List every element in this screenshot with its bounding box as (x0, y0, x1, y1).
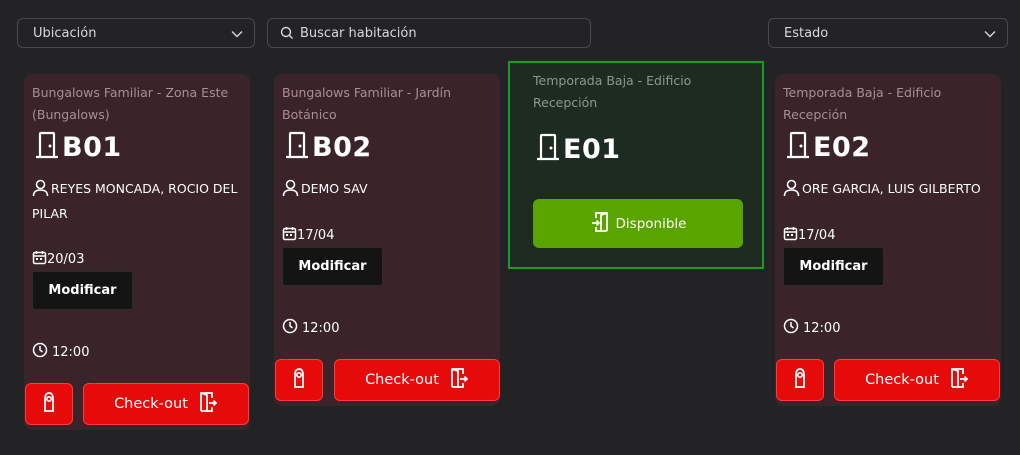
door-hanger-icon (41, 391, 57, 417)
room-card-e02: Temporada Baja - Edificio Recepción E02 … (775, 74, 1001, 406)
search-icon (280, 26, 294, 40)
checkout-button[interactable]: Check-out (334, 359, 500, 401)
checkout-label: Check-out (114, 396, 188, 412)
clock-icon (32, 342, 52, 362)
search-placeholder: Buscar habitación (300, 25, 417, 41)
checkout-date: 17/04 (297, 228, 335, 243)
checkout-date: 20/03 (47, 252, 85, 267)
door-hanger-icon (792, 367, 808, 393)
room-title: E01 (535, 132, 621, 166)
guest-name: DEMO SAV (301, 181, 368, 196)
checkout-time: 12:00 (803, 320, 841, 336)
date-row: 17/04 (783, 226, 835, 245)
door-hanger-icon (291, 367, 307, 393)
location-select-label: Ubicación (33, 25, 97, 41)
exit-door-icon (939, 367, 969, 393)
checkout-button[interactable]: Check-out (83, 383, 249, 425)
do-not-disturb-button[interactable] (776, 359, 824, 401)
do-not-disturb-button[interactable] (25, 383, 73, 425)
door-icon (535, 132, 561, 166)
enter-door-icon (590, 211, 616, 237)
modify-button[interactable]: Modificar (282, 247, 383, 286)
time-row: 12:00 (783, 318, 840, 338)
checkout-label: Check-out (365, 372, 439, 388)
location-select[interactable]: Ubicación (17, 18, 255, 48)
calendar-icon (282, 226, 297, 245)
room-card-b01: Bungalows Familiar - Zona Este (Bungalow… (24, 74, 250, 430)
calendar-icon (32, 250, 47, 269)
exit-door-icon (188, 391, 218, 417)
time-row: 12:00 (282, 318, 339, 338)
room-location: Temporada Baja - Edificio Recepción (783, 85, 942, 122)
room-code: B01 (62, 131, 122, 163)
room-card-b02: Bungalows Familiar - Jardín Botánico B02… (274, 74, 500, 406)
room-card-e01: Temporada Baja - Edificio Recepción E01 … (508, 61, 764, 269)
user-icon (32, 179, 51, 197)
time-row: 12:00 (32, 342, 89, 362)
clock-icon (282, 318, 302, 338)
exit-door-icon (439, 367, 469, 393)
room-location: Bungalows Familiar - Jardín Botánico (282, 85, 451, 122)
room-code: E02 (813, 131, 871, 163)
date-row: 17/04 (282, 226, 334, 245)
date-row: 20/03 (32, 250, 84, 269)
checkout-date: 17/04 (798, 228, 836, 243)
checkout-button[interactable]: Check-out (834, 359, 1000, 401)
guest-row: REYES MONCADA, ROCIO DEL PILAR (32, 176, 247, 226)
do-not-disturb-button[interactable] (275, 359, 323, 401)
status-select[interactable]: Estado (768, 18, 1008, 48)
user-icon (783, 179, 802, 197)
guest-name: REYES MONCADA, ROCIO DEL PILAR (32, 181, 238, 221)
available-button[interactable]: Disponible (533, 199, 743, 248)
clock-icon (783, 318, 803, 338)
guest-row: ORE GARCIA, LUIS GILBERTO (783, 176, 998, 201)
door-icon (284, 130, 310, 164)
calendar-icon (783, 226, 798, 245)
guest-row: DEMO SAV (282, 176, 497, 201)
available-label: Disponible (615, 215, 687, 232)
search-input[interactable]: Buscar habitación (267, 18, 591, 48)
status-select-label: Estado (784, 25, 829, 41)
guest-name: ORE GARCIA, LUIS GILBERTO (802, 181, 981, 196)
room-code: B02 (312, 131, 372, 163)
user-icon (282, 179, 301, 197)
room-code: E01 (563, 133, 621, 165)
chevron-down-icon (983, 27, 997, 45)
door-icon (785, 130, 811, 164)
room-title: B01 (34, 130, 122, 164)
checkout-time: 12:00 (52, 344, 90, 360)
room-title: E02 (785, 130, 871, 164)
chevron-down-icon (230, 27, 244, 45)
room-title: B02 (284, 130, 372, 164)
modify-button[interactable]: Modificar (32, 271, 133, 310)
room-location: Temporada Baja - Edificio Recepción (533, 73, 692, 110)
modify-button[interactable]: Modificar (783, 247, 884, 286)
door-icon (34, 130, 60, 164)
checkout-time: 12:00 (302, 320, 340, 336)
checkout-label: Check-out (865, 372, 939, 388)
room-location: Bungalows Familiar - Zona Este (Bungalow… (32, 85, 229, 122)
